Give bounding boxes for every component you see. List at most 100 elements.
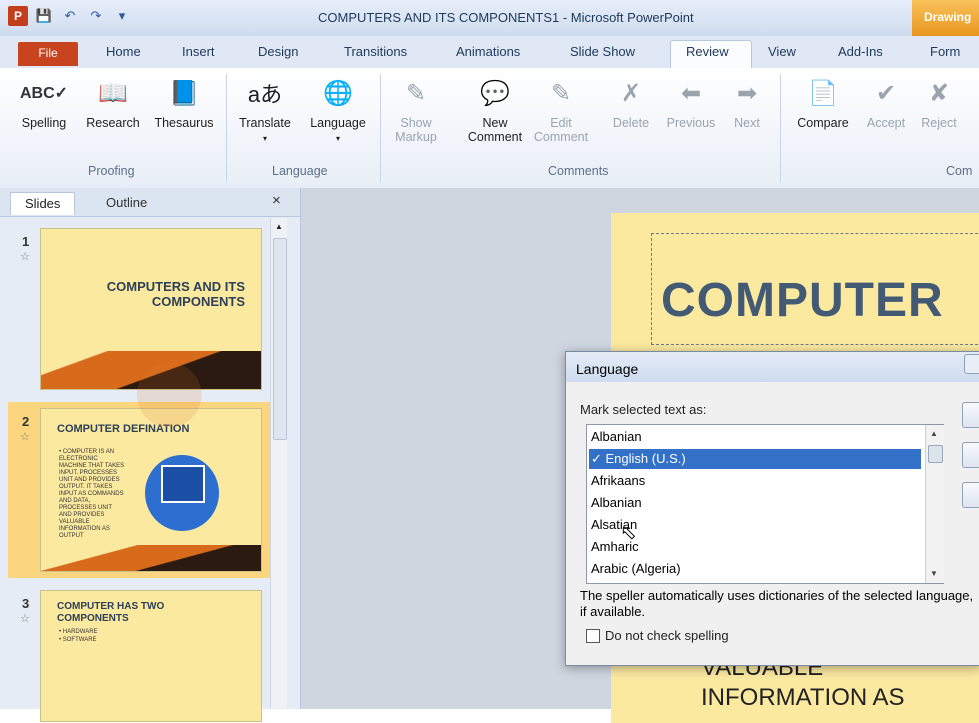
slide-decoration — [41, 545, 261, 571]
pane-tabs: Slides Outline × — [0, 188, 300, 217]
tab-add-ins[interactable]: Add-Ins — [838, 44, 883, 59]
tab-outline[interactable]: Outline — [92, 192, 161, 214]
compare-button[interactable]: 📄 Compare — [790, 74, 856, 131]
reject-icon: ✘ — [928, 79, 950, 107]
previous-comment-button[interactable]: ⬅ Previous — [660, 74, 722, 131]
dialog-close-button[interactable] — [964, 354, 979, 374]
tab-home[interactable]: Home — [106, 44, 141, 59]
language-list-scrollbar[interactable]: ▲ ▼ — [925, 425, 944, 583]
edit-comment-button[interactable]: ✎ Edit Comment — [530, 74, 592, 145]
scroll-down-icon[interactable]: ▼ — [930, 569, 938, 578]
translate-label: Translate — [239, 116, 291, 130]
cancel-button[interactable] — [962, 442, 979, 468]
language-dialog: Language Mark selected text as: Albanian… — [565, 351, 979, 666]
slide-thumbnail-3[interactable]: COMPUTER HAS TWO COMPONENTS • HARDWARE •… — [40, 590, 262, 722]
translate-icon: aあ — [247, 82, 283, 107]
translate-button[interactable]: aあ Translate ▾ — [234, 74, 296, 144]
animation-star-icon: ☆ — [20, 251, 30, 263]
tab-view[interactable]: View — [768, 44, 796, 59]
scroll-thumb[interactable] — [928, 445, 943, 463]
mouse-cursor-icon: ⬁ — [620, 522, 637, 544]
group-language-label: Language — [272, 164, 328, 178]
scroll-up-icon[interactable]: ▲ — [930, 429, 938, 438]
compare-label: Compare — [797, 116, 849, 130]
accept-button[interactable]: ✔ Accept — [860, 74, 912, 131]
show-markup-button[interactable]: ✎ Show Markup — [388, 74, 444, 145]
language-option[interactable]: Arabic (Algeria) — [589, 559, 921, 579]
tab-insert[interactable]: Insert — [182, 44, 215, 59]
language-option[interactable]: Albanian — [589, 493, 921, 513]
tab-animations[interactable]: Animations — [456, 44, 520, 59]
thumb-body-1: • HARDWARE — [59, 629, 98, 635]
tab-file[interactable]: File — [18, 42, 78, 66]
tab-review[interactable]: Review — [686, 44, 729, 59]
scroll-up-icon[interactable]: ▲ — [275, 222, 283, 231]
thumb-body: • COMPUTER IS AN ELECTRONIC MACHINE THAT… — [59, 449, 125, 539]
group-proofing-label: Proofing — [88, 164, 135, 178]
language-option[interactable]: Amharic — [589, 537, 921, 557]
delete-comment-button[interactable]: ✗ Delete — [604, 74, 658, 131]
tab-slides[interactable]: Slides — [10, 192, 76, 215]
language-button[interactable]: 🌐 Language ▾ — [302, 74, 374, 144]
research-label: Research — [86, 116, 140, 130]
powerpoint-icon[interactable]: P — [8, 6, 28, 26]
thumb-body-2: • SOFTWARE — [59, 637, 97, 643]
language-option[interactable]: Afrikaans — [589, 471, 921, 491]
compare-icon: 📄 — [808, 79, 838, 107]
redo-icon[interactable]: ↷ — [86, 6, 106, 26]
spelling-button[interactable]: ABC✓ Spelling — [14, 74, 74, 130]
new-comment-icon: 💬 — [480, 79, 510, 107]
delete-comment-icon: ✗ — [620, 79, 642, 107]
spellcheck-icon: ✓ — [591, 451, 606, 466]
delete-label: Delete — [612, 116, 650, 130]
spelling-icon: ABC✓ — [19, 85, 69, 102]
reject-label: Reject — [921, 116, 957, 130]
thumb-title: COMPUTER HAS TWO COMPONENTS — [57, 601, 165, 624]
edit-comment-icon: ✎ — [550, 79, 572, 107]
show-markup-label-1: Show — [400, 116, 432, 130]
scroll-thumb[interactable] — [273, 238, 287, 440]
close-icon[interactable]: × — [272, 192, 281, 209]
quick-access-toolbar: P 💾 ↶ ↷ ▾ — [8, 6, 132, 26]
animation-star-icon: ☆ — [20, 431, 30, 443]
reject-button[interactable]: ✘ Reject — [914, 74, 964, 131]
language-option-selected[interactable]: ✓ English (U.S.) — [589, 449, 921, 469]
thumbnails-scrollbar[interactable]: ▲ — [270, 218, 287, 708]
default-button[interactable] — [962, 482, 979, 508]
ok-button[interactable] — [962, 402, 979, 428]
tab-format[interactable]: Form — [930, 44, 960, 59]
thesaurus-button[interactable]: 📘 Thesaurus — [148, 74, 220, 131]
undo-icon[interactable]: ↶ — [60, 6, 80, 26]
tab-transitions[interactable]: Transitions — [344, 44, 407, 59]
language-option[interactable]: Alsatian — [589, 515, 921, 535]
slide-number: 1 — [22, 234, 30, 249]
new-comment-button[interactable]: 💬 New Comment — [460, 74, 530, 145]
tab-slide-show[interactable]: Slide Show — [570, 44, 635, 59]
translate-dropdown-icon: ▾ — [262, 134, 267, 143]
customize-qat-icon[interactable]: ▾ — [112, 6, 132, 26]
language-option-label: English (U.S.) — [605, 451, 686, 466]
speller-note: The speller automatically uses dictionar… — [580, 588, 974, 619]
slide-title[interactable]: COMPUTER — [661, 273, 944, 328]
show-markup-label-2: Markup — [395, 130, 437, 144]
language-icon: 🌐 — [323, 79, 353, 107]
group-separator — [380, 74, 381, 182]
language-option[interactable]: Albanian — [589, 427, 921, 447]
ribbon-tabs: Home Insert Design Transitions Animation… — [0, 36, 979, 70]
next-comment-icon: ➡ — [736, 79, 758, 107]
save-icon[interactable]: 💾 — [34, 6, 54, 26]
group-separator — [780, 74, 781, 182]
language-label: Language — [310, 116, 366, 130]
next-comment-button[interactable]: ➡ Next — [724, 74, 770, 131]
spelling-label: Spelling — [21, 116, 67, 130]
tab-design[interactable]: Design — [258, 44, 298, 59]
accept-icon: ✔ — [875, 79, 897, 107]
research-button[interactable]: 📖 Research — [80, 74, 146, 131]
group-comments-label: Comments — [548, 164, 609, 178]
slide-number: 3 — [22, 596, 30, 611]
do-not-check-spelling-checkbox[interactable]: Do not check spelling — [586, 628, 729, 643]
checkbox-box[interactable] — [586, 628, 600, 643]
show-markup-icon: ✎ — [405, 79, 427, 107]
group-compare-label: Com — [946, 164, 973, 178]
language-list[interactable]: Albanian ✓ English (U.S.) Afrikaans Alba… — [586, 424, 944, 584]
